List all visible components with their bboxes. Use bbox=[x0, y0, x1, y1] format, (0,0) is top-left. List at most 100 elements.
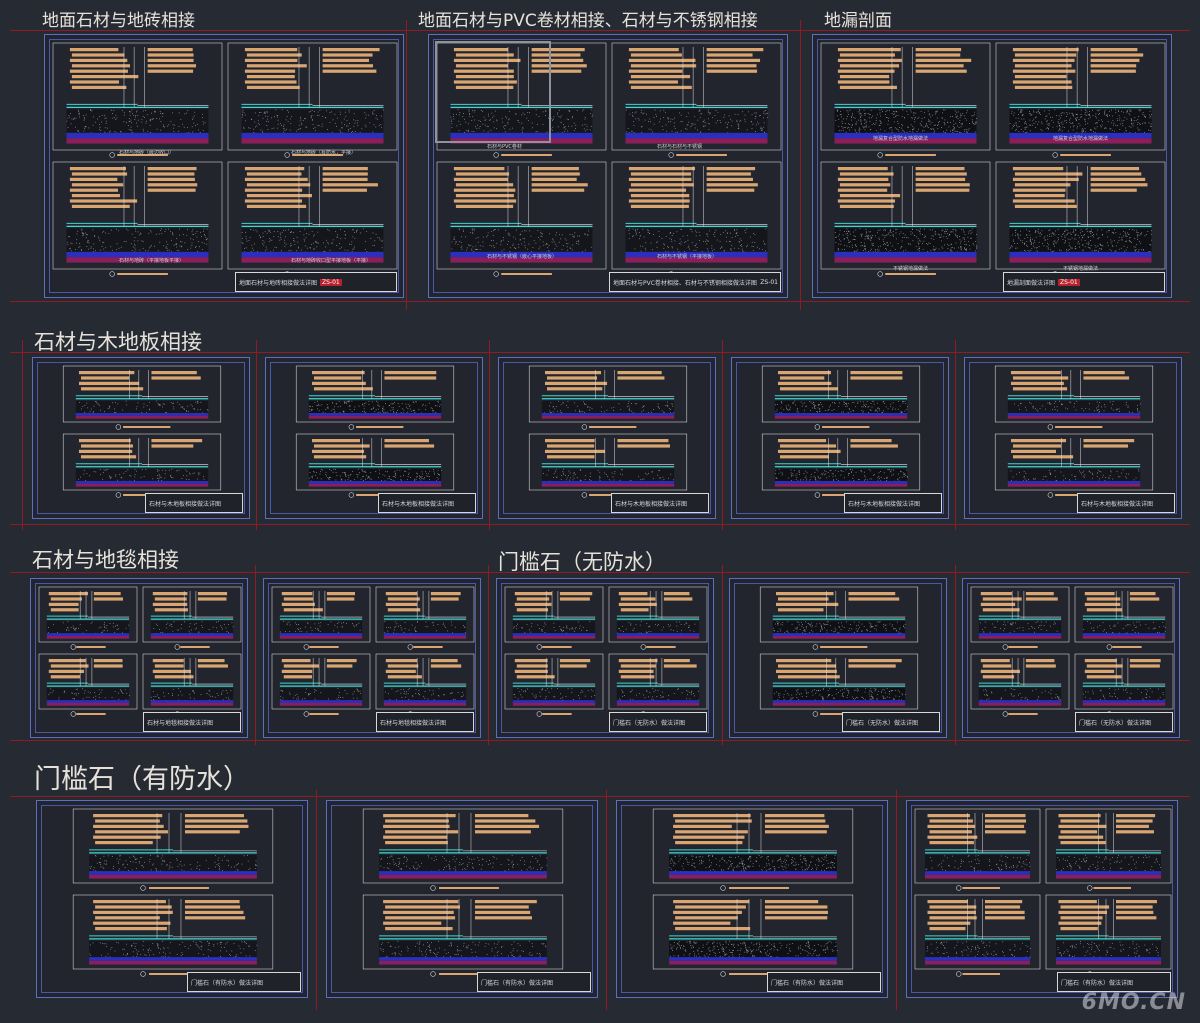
detail-number-marker bbox=[1002, 711, 1008, 717]
annotation-label bbox=[985, 819, 1027, 823]
annotation-label bbox=[929, 830, 972, 834]
annotation-label bbox=[915, 183, 970, 187]
annotation-label bbox=[620, 608, 649, 612]
annotation-label bbox=[982, 664, 1012, 668]
annotation-label bbox=[514, 592, 553, 596]
guide-line bbox=[896, 790, 897, 1010]
structure-layer bbox=[279, 702, 363, 706]
detail-number-marker bbox=[284, 152, 290, 158]
annotation-label bbox=[1084, 592, 1115, 596]
substrate-layer bbox=[150, 688, 234, 701]
drawing-sheet-threshold-waterproof-2[interactable]: 门槛石（有防水）做法详图 bbox=[326, 800, 598, 998]
annotation-label bbox=[544, 439, 595, 443]
annotation-label bbox=[50, 608, 79, 612]
detail-number-marker bbox=[140, 885, 146, 891]
annotation-label bbox=[1116, 905, 1153, 909]
selection-box[interactable] bbox=[435, 41, 551, 143]
annotation-label bbox=[147, 167, 197, 171]
waterproof-layer bbox=[512, 633, 596, 636]
drawing-sheet-threshold-2[interactable]: 门槛石（无防水）做法详图 bbox=[729, 578, 947, 738]
drawing-sheet-stone-carpet-1[interactable]: 石材与地毯相接做法详图 bbox=[30, 578, 248, 738]
annotation-label bbox=[71, 194, 120, 198]
drawing-sheet-threshold-3[interactable]: 门槛石（无防水）做法详图 bbox=[962, 578, 1180, 738]
drawing-sheet-stone-wood-5[interactable]: 石材与木地板相接做法详图 bbox=[964, 357, 1182, 519]
drawing-sheet-stone-wood-4[interactable]: 石材与木地板相接做法详图 bbox=[731, 357, 949, 519]
drawing-sheet-stone-tile[interactable]: 石材与地砖（嵌边收口） 石材与地砖（有防水，平接） 石材与地砖（平接地板平接） … bbox=[44, 34, 404, 298]
annotation-label bbox=[630, 183, 694, 187]
annotation-label bbox=[777, 449, 841, 453]
drawing-sheet-stone-pvc-steel[interactable]: 石材与PVC卷材 石材与石材与不锈钢 石材与不锈钢（嵌心平接地板） 石材与不锈钢… bbox=[428, 34, 788, 298]
annotation-label bbox=[48, 669, 85, 673]
annotation-label bbox=[93, 664, 123, 668]
caption-bar bbox=[542, 646, 572, 648]
detail-number-marker bbox=[536, 711, 542, 717]
annotation-label bbox=[322, 69, 377, 73]
drawing-sheet-threshold-1[interactable]: 门槛石（无防水）做法详图 bbox=[496, 578, 714, 738]
drawing-sheet-threshold-waterproof-1[interactable]: 门槛石（有防水）做法详图 bbox=[36, 800, 308, 998]
annotation-label bbox=[675, 927, 751, 931]
drawing-sheet-stone-carpet-2[interactable]: 石材与地毯相接做法详图 bbox=[263, 578, 481, 738]
annotation-label bbox=[322, 64, 374, 68]
annotation-label bbox=[706, 167, 756, 171]
drawing-sheet-floor-drain[interactable]: 地漏复合型防水地漏做法 地漏复合型防水地漏做法 不锈钢地漏做法 不锈钢地漏做法 … bbox=[812, 34, 1172, 298]
detail-number-marker bbox=[303, 644, 309, 650]
annotation-label bbox=[837, 58, 902, 62]
substrate-layer bbox=[279, 688, 363, 701]
annotation-label bbox=[244, 167, 305, 171]
annotation-label bbox=[322, 53, 373, 57]
waterproof-layer bbox=[308, 413, 442, 416]
annotation-label bbox=[1090, 172, 1142, 176]
title-block-title: 地漏剖面做法详图 bbox=[1007, 279, 1056, 287]
title-block: 石材与木地板相接做法详图 bbox=[611, 493, 709, 513]
annotation-label bbox=[1014, 172, 1083, 176]
annotation-label bbox=[453, 199, 517, 203]
annotation-label bbox=[1058, 921, 1102, 925]
caption-bar bbox=[76, 646, 106, 648]
waterproof-layer bbox=[279, 633, 363, 636]
annotation-label bbox=[474, 814, 529, 818]
guide-line bbox=[10, 301, 1190, 302]
annotation-label bbox=[706, 64, 757, 68]
annotation-label bbox=[673, 824, 732, 828]
drawing-sheet-threshold-waterproof-4[interactable]: 门槛石（有防水）做法详图 bbox=[906, 800, 1178, 998]
annotation-label bbox=[777, 675, 840, 679]
annotation-label bbox=[283, 608, 323, 612]
annotation-label bbox=[93, 900, 166, 904]
annotation-label bbox=[980, 602, 1016, 606]
detail-caption: 石材与不锈钢（嵌心平接地板） bbox=[487, 254, 558, 260]
detail-caption: 石材与地砖收口型平接地板（平接） bbox=[291, 258, 372, 264]
annotation-label bbox=[985, 814, 1026, 818]
annotation-label bbox=[154, 664, 184, 668]
guide-line bbox=[22, 340, 23, 530]
drawing-sheet-threshold-waterproof-3[interactable]: 门槛石（有防水）做法详图 bbox=[616, 800, 888, 998]
caption-bar bbox=[885, 273, 936, 275]
annotation-label bbox=[383, 910, 454, 914]
substrate-layer bbox=[834, 228, 977, 252]
annotation-label bbox=[630, 194, 690, 198]
caption-bar bbox=[1008, 646, 1038, 648]
annotation-label bbox=[387, 608, 421, 612]
caption-bar bbox=[180, 646, 210, 648]
annotation-label bbox=[1084, 602, 1121, 606]
annotation-label bbox=[455, 172, 510, 176]
annotation-label bbox=[147, 69, 194, 73]
annotation-label bbox=[383, 921, 442, 925]
drawing-sheet-stone-wood-2[interactable]: 石材与木地板相接做法详图 bbox=[265, 357, 483, 519]
annotation-label bbox=[764, 814, 825, 818]
annotation-label bbox=[839, 85, 897, 89]
detail-caption: 石材与地砖（嵌边收口） bbox=[119, 150, 175, 156]
annotation-label bbox=[927, 835, 978, 839]
structure-layer bbox=[75, 483, 209, 487]
detail-number-marker bbox=[303, 711, 309, 717]
guide-line bbox=[488, 565, 489, 745]
structure-layer bbox=[379, 874, 547, 879]
structure-layer bbox=[46, 702, 130, 706]
structure-layer bbox=[925, 960, 1030, 965]
annotation-label bbox=[618, 669, 654, 673]
annotation-label bbox=[1083, 444, 1129, 448]
drawing-sheet-stone-wood-1[interactable]: 石材与木地板相接做法详图 bbox=[32, 357, 250, 519]
annotation-label bbox=[628, 80, 678, 84]
annotation-label bbox=[1012, 444, 1062, 448]
drawing-sheet-stone-wood-3[interactable]: 石材与木地板相接做法详图 bbox=[498, 357, 716, 519]
annotation-label bbox=[546, 387, 603, 391]
